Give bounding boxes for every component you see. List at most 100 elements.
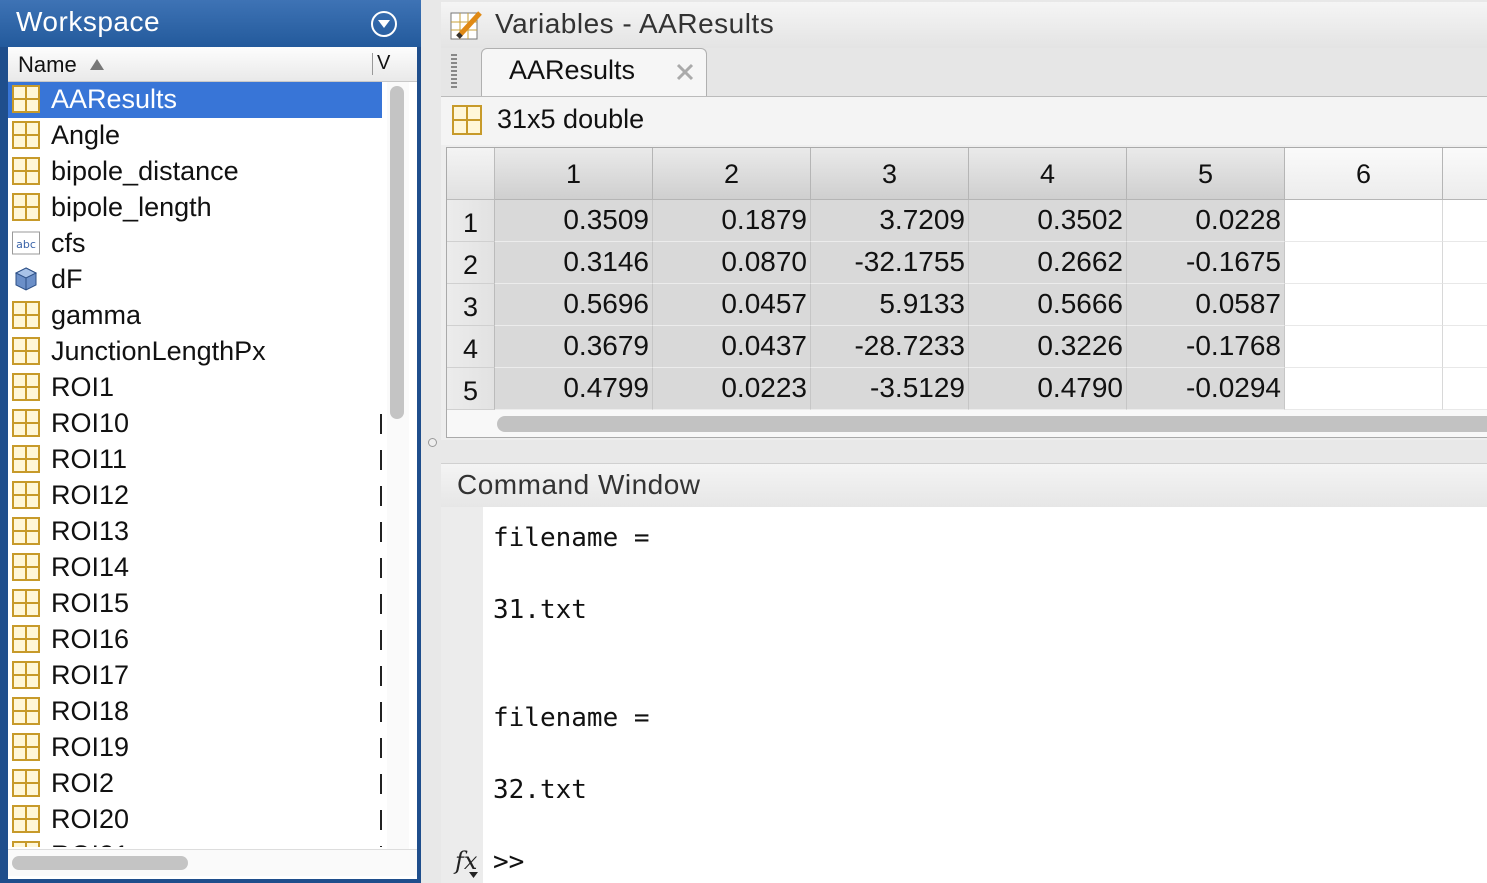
row-header-2[interactable]: 2: [447, 242, 495, 284]
column-header-3[interactable]: 3: [811, 148, 969, 200]
matlab-desktop: Workspace Name V AAResults Angle bipole_di…: [0, 0, 1487, 883]
matrix-icon: [12, 517, 40, 545]
function-browser-icon[interactable]: fx: [455, 847, 477, 875]
scroll-thumb[interactable]: [12, 856, 188, 870]
column-header-1[interactable]: 1: [495, 148, 653, 200]
workspace-item-label: dF: [51, 264, 83, 294]
row-header-5[interactable]: 5: [447, 368, 495, 410]
grid-cell[interactable]: 0.5696: [495, 284, 653, 326]
grid-cell[interactable]: 0.0223: [653, 368, 811, 410]
grid-cell[interactable]: [1443, 242, 1487, 284]
workspace-item-gamma[interactable]: gamma: [8, 298, 382, 334]
grid-cell[interactable]: 0.4790: [969, 368, 1127, 410]
column-header-overflow[interactable]: [1443, 148, 1487, 200]
drag-grip-icon[interactable]: [451, 54, 457, 88]
scroll-thumb[interactable]: [390, 86, 404, 419]
command-prompt[interactable]: >>: [493, 847, 524, 877]
column-divider[interactable]: [372, 53, 373, 75]
workspace-item-bipole_length[interactable]: bipole_length: [8, 190, 382, 226]
name-column-header[interactable]: Name: [18, 52, 77, 78]
grid-cell[interactable]: 0.0437: [653, 326, 811, 368]
row-header-4[interactable]: 4: [447, 326, 495, 368]
grid-cell[interactable]: [1443, 284, 1487, 326]
grid-cell[interactable]: 0.1879: [653, 200, 811, 242]
variable-size-info: 31x5 double: [497, 104, 645, 134]
output-line: filename =: [493, 703, 650, 733]
tab-aaresults[interactable]: AAResults: [481, 48, 707, 96]
workspace-item-label: ROI16: [51, 624, 130, 654]
grid-horizontal-scrollbar[interactable]: [447, 410, 1487, 437]
grid-cell[interactable]: 0.0587: [1127, 284, 1285, 326]
column-header-4[interactable]: 4: [969, 148, 1127, 200]
panel-splitter-handle[interactable]: [428, 438, 437, 447]
grid-cell[interactable]: 0.3509: [495, 200, 653, 242]
grid-cell[interactable]: 0.5666: [969, 284, 1127, 326]
row-header-3[interactable]: 3: [447, 284, 495, 326]
workspace-item-angle[interactable]: Angle: [8, 118, 382, 154]
close-icon[interactable]: [675, 62, 695, 82]
workspace-item-roi18[interactable]: ROI18: [8, 694, 382, 730]
workspace-item-roi13[interactable]: ROI13: [8, 514, 382, 550]
workspace-item-cfs[interactable]: abc cfs: [8, 226, 382, 262]
workspace-item-roi21[interactable]: ROI21: [8, 838, 382, 847]
workspace-item-aaresults[interactable]: AAResults: [8, 82, 382, 118]
grid-cell[interactable]: [1285, 368, 1443, 410]
grid-cell[interactable]: 0.2662: [969, 242, 1127, 284]
column-header-6[interactable]: 6: [1285, 148, 1443, 200]
workspace-item-roi14[interactable]: ROI14: [8, 550, 382, 586]
grid-cell[interactable]: [1443, 326, 1487, 368]
workspace-item-label: cfs: [51, 228, 86, 258]
workspace-item-roi11[interactable]: ROI11: [8, 442, 382, 478]
grid-cell[interactable]: 0.3679: [495, 326, 653, 368]
grid-cell[interactable]: [1285, 284, 1443, 326]
grid-cell[interactable]: [1285, 242, 1443, 284]
grid-cell[interactable]: [1285, 326, 1443, 368]
command-output[interactable]: filename = 31.txt filename = 32.txt >>: [483, 507, 1487, 883]
grid-cell[interactable]: -28.7233: [811, 326, 969, 368]
grid-cell[interactable]: -0.1675: [1127, 242, 1285, 284]
row-header-1[interactable]: 1: [447, 200, 495, 242]
grid-cell[interactable]: 0.3226: [969, 326, 1127, 368]
grid-cell[interactable]: -0.1768: [1127, 326, 1285, 368]
grid-cell[interactable]: 0.0870: [653, 242, 811, 284]
output-line: 31.txt: [493, 595, 587, 625]
grid-cell[interactable]: -32.1755: [811, 242, 969, 284]
grid-cell[interactable]: -3.5129: [811, 368, 969, 410]
workspace-item-roi16[interactable]: ROI16: [8, 622, 382, 658]
grid-cell[interactable]: 0.4799: [495, 368, 653, 410]
grid-cell[interactable]: 0.3502: [969, 200, 1127, 242]
grid-corner[interactable]: [447, 148, 495, 200]
matrix-icon: [12, 589, 40, 617]
grid-cell[interactable]: 5.9133: [811, 284, 969, 326]
matrix-icon: [452, 105, 482, 135]
grid-cell[interactable]: -0.0294: [1127, 368, 1285, 410]
workspace-item-df[interactable]: dF: [8, 262, 382, 298]
grid-cell[interactable]: [1443, 368, 1487, 410]
workspace-column-header: Name V: [8, 47, 417, 82]
grid-cell[interactable]: 0.3146: [495, 242, 653, 284]
workspace-item-roi2[interactable]: ROI2: [8, 766, 382, 802]
grid-cell[interactable]: [1285, 200, 1443, 242]
value-column-header[interactable]: V: [377, 52, 390, 75]
workspace-item-roi17[interactable]: ROI17: [8, 658, 382, 694]
workspace-item-roi20[interactable]: ROI20: [8, 802, 382, 838]
workspace-item-roi19[interactable]: ROI19: [8, 730, 382, 766]
workspace-item-roi15[interactable]: ROI15: [8, 586, 382, 622]
column-header-2[interactable]: 2: [653, 148, 811, 200]
scroll-thumb[interactable]: [497, 416, 1487, 432]
workspace-item-roi12[interactable]: ROI12: [8, 478, 382, 514]
matrix-icon: [12, 481, 40, 509]
workspace-horizontal-scrollbar[interactable]: [8, 849, 417, 876]
column-header-5[interactable]: 5: [1127, 148, 1285, 200]
panel-actions-icon[interactable]: [371, 11, 397, 37]
grid-cell[interactable]: 0.0228: [1127, 200, 1285, 242]
workspace-item-roi1[interactable]: ROI1: [8, 370, 382, 406]
workspace-item-junctionlengthpx[interactable]: JunctionLengthPx: [8, 334, 382, 370]
grid-cell[interactable]: 0.0457: [653, 284, 811, 326]
grid-cell[interactable]: 3.7209: [811, 200, 969, 242]
workspace-vertical-scrollbar[interactable]: [387, 82, 409, 852]
grid-cell[interactable]: [1443, 200, 1487, 242]
workspace-item-roi10[interactable]: ROI10: [8, 406, 382, 442]
workspace-item-bipole_distance[interactable]: bipole_distance: [8, 154, 382, 190]
chevron-down-icon[interactable]: [469, 872, 478, 878]
